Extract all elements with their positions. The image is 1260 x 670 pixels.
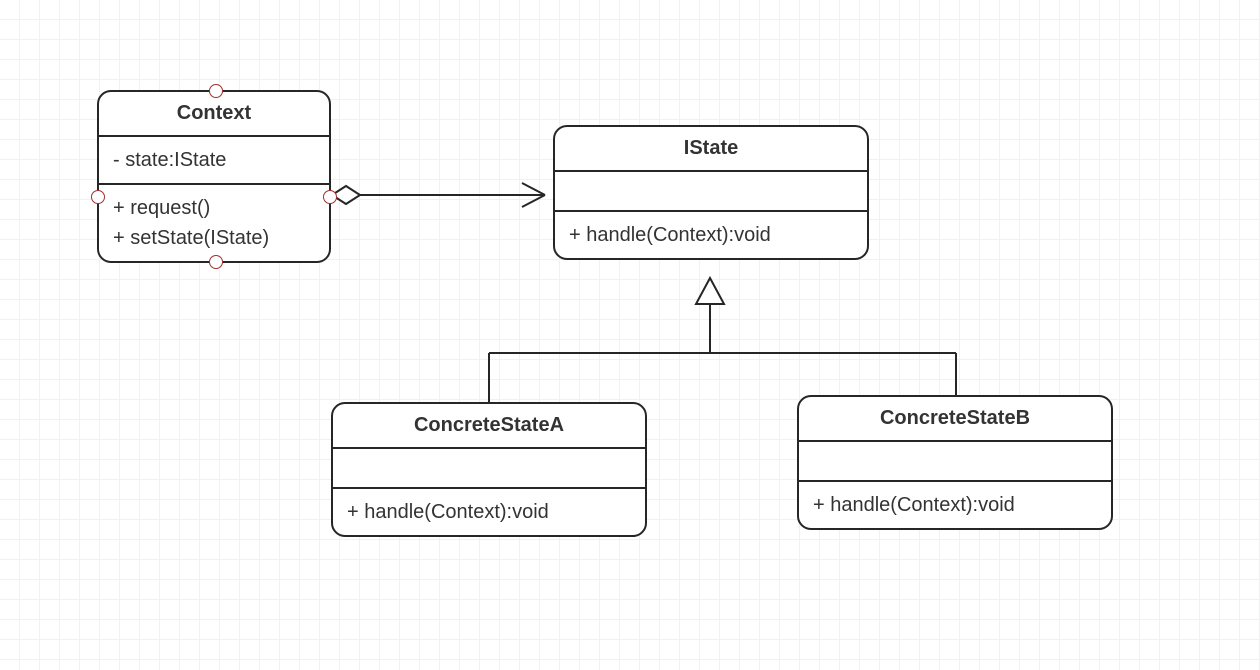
operation: + request() bbox=[113, 193, 315, 223]
resize-handle-bottom[interactable] bbox=[209, 255, 223, 269]
class-concretestatea[interactable]: ConcreteStateA + handle(Context):void bbox=[331, 402, 647, 537]
class-name: ConcreteStateA bbox=[333, 404, 645, 449]
attribute: - state:IState bbox=[113, 145, 315, 175]
class-operations: + handle(Context):void bbox=[555, 212, 867, 258]
class-concretestateb[interactable]: ConcreteStateB + handle(Context):void bbox=[797, 395, 1113, 530]
resize-handle-top[interactable] bbox=[209, 84, 223, 98]
class-operations: + handle(Context):void bbox=[799, 482, 1111, 528]
class-attributes bbox=[555, 172, 867, 212]
class-name: ConcreteStateB bbox=[799, 397, 1111, 442]
class-attributes bbox=[333, 449, 645, 489]
class-attributes: - state:IState bbox=[99, 137, 329, 185]
class-operations: + request() + setState(IState) bbox=[99, 185, 329, 261]
resize-handle-left[interactable] bbox=[91, 190, 105, 204]
operation: + handle(Context):void bbox=[569, 220, 853, 250]
class-name: Context bbox=[99, 92, 329, 137]
operation: + handle(Context):void bbox=[813, 490, 1097, 520]
diagram-canvas[interactable]: Context - state:IState + request() + set… bbox=[0, 0, 1260, 670]
class-istate[interactable]: IState + handle(Context):void bbox=[553, 125, 869, 260]
class-name: IState bbox=[555, 127, 867, 172]
operation: + handle(Context):void bbox=[347, 497, 631, 527]
class-operations: + handle(Context):void bbox=[333, 489, 645, 535]
class-attributes bbox=[799, 442, 1111, 482]
operation: + setState(IState) bbox=[113, 223, 315, 253]
resize-handle-right[interactable] bbox=[323, 190, 337, 204]
class-context[interactable]: Context - state:IState + request() + set… bbox=[97, 90, 331, 263]
